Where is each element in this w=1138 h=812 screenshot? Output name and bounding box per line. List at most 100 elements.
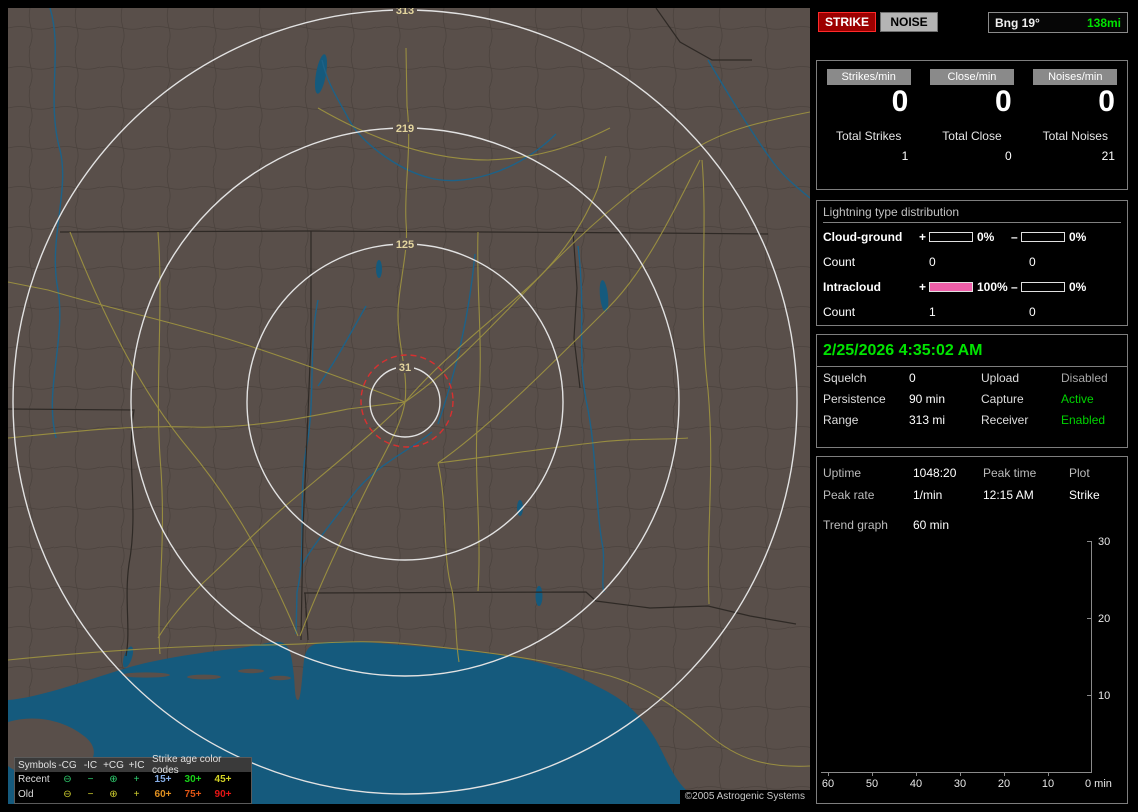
ic-minus-count: 0: [1029, 305, 1036, 319]
ring-label-125: 125: [396, 239, 414, 251]
age-45-label: 45+: [214, 774, 232, 785]
ring-label-313: 313: [396, 8, 414, 17]
strikes-per-min-button[interactable]: Strikes/min: [826, 69, 911, 85]
legend-col-pos-cg: +CG: [103, 759, 124, 771]
x-tick: [916, 773, 917, 776]
legend-col-neg-cg: -CG: [58, 759, 77, 771]
legend-recent-label: Recent: [18, 774, 50, 785]
status-panel: Uptime 1048:20 Peak time Plot Peak rate …: [816, 456, 1128, 804]
ic-count-label: Count: [823, 305, 856, 319]
cg-plus-count: 0: [929, 255, 936, 269]
pos-cg-old-icon: ⊕: [109, 789, 118, 800]
neg-ic-old-icon: −: [87, 789, 94, 800]
total-strikes-value: 1: [901, 149, 909, 163]
squelch-value: 0: [909, 371, 916, 385]
range-distance-value: 138mi: [1086, 15, 1121, 30]
uptime-row: Uptime 1048:20 Peak time Plot: [817, 463, 1127, 483]
squelch-row: Squelch 0 Upload Disabled: [817, 368, 1127, 388]
x-tick-label-20: 20: [997, 778, 1011, 790]
y-tick-label-20: 20: [1098, 613, 1111, 625]
legend-recent-row: Recent ⊖ − ⊕ + 15+ 30+ 45+: [15, 772, 251, 787]
age-60-label: 60+: [154, 789, 172, 800]
peak-rate-row: Peak rate 1/min 12:15 AM Strike: [817, 485, 1127, 505]
plus-sign: +: [919, 230, 927, 244]
squelch-label: Squelch: [823, 371, 867, 385]
receiver-status: Enabled: [1061, 413, 1106, 427]
legend-old-row: Old ⊖ − ⊕ + 60+ 75+ 90+: [15, 787, 251, 802]
upload-status: Disabled: [1061, 371, 1108, 385]
clock-settings-panel: 2/25/2026 4:35:02 AM Squelch 0 Upload Di…: [816, 334, 1128, 448]
cg-minus-count: 0: [1029, 255, 1036, 269]
legend-age-header: Strike age color codes: [152, 754, 222, 776]
y-tick-label-10: 10: [1098, 690, 1111, 702]
x-tick: [1048, 773, 1049, 776]
trend-graph-row: Trend graph 60 min: [817, 515, 1127, 535]
map-panel: 313 219 125 31 Symbols -CG -IC +CG +IC S…: [8, 8, 810, 804]
persistence-row: Persistence 90 min Capture Active: [817, 389, 1127, 409]
upload-label: Upload: [981, 371, 1020, 385]
cloud-ground-count-row: Count 0 0: [817, 251, 1127, 273]
plus-sign: +: [919, 280, 927, 294]
x-axis: [821, 772, 1092, 773]
x-tick-label-50: 50: [865, 778, 879, 790]
close-per-min-value: 0: [994, 85, 1012, 118]
y-axis: [1091, 541, 1092, 773]
sidebar: STRIKE NOISE Bng 19° 138mi Strikes/min 0…: [816, 8, 1130, 804]
cg-minus-percent: 0%: [1069, 230, 1087, 244]
total-strikes-label: Total Strikes: [835, 129, 902, 143]
cg-plus-bar: [929, 232, 973, 242]
x-tick-label-30: 30: [953, 778, 967, 790]
receiver-label: Receiver: [981, 413, 1029, 427]
sidebar-top-bar: STRIKE NOISE Bng 19° 138mi: [816, 12, 1128, 34]
uptime-value: 1048:20: [913, 466, 957, 480]
cloud-ground-row: Cloud-ground + 0% – 0%: [817, 226, 1127, 248]
age-75-label: 75+: [184, 789, 202, 800]
ic-plus-bar-fill: [930, 283, 972, 291]
rates-panel: Strikes/min 0 Total Strikes 1 Close/min …: [816, 60, 1128, 190]
plot-value: Strike: [1069, 488, 1100, 502]
close-per-min-button[interactable]: Close/min: [929, 69, 1014, 85]
age-90-label: 90+: [214, 789, 232, 800]
strikes-column: Strikes/min 0 Total Strikes 1: [817, 61, 920, 189]
capture-label: Capture: [981, 392, 1024, 406]
total-close-value: 0: [1004, 149, 1012, 163]
ic-plus-bar: [929, 282, 973, 292]
noises-per-min-button[interactable]: Noises/min: [1033, 69, 1118, 85]
capture-status: Active: [1061, 392, 1094, 406]
minus-sign: –: [1011, 280, 1018, 294]
date-time-display: 2/25/2026 4:35:02 AM: [823, 342, 983, 359]
legend-col-pos-ic: +IC: [128, 759, 145, 771]
y-tick-label-30: 30: [1098, 536, 1111, 548]
y-tick: [1087, 695, 1091, 696]
pos-cg-recent-icon: ⊕: [109, 774, 118, 785]
intracloud-row: Intracloud + 100% – 0%: [817, 276, 1127, 298]
noises-per-min-value: 0: [1098, 85, 1115, 118]
age-30-label: 30+: [184, 774, 202, 785]
trend-chart: 30 20 10 60 50 40 30 20 10 0 min: [817, 535, 1127, 803]
uptime-label: Uptime: [823, 466, 862, 480]
total-noises-label: Total Noises: [1042, 129, 1108, 143]
strikes-per-min-value: 0: [891, 85, 909, 118]
peak-time-label: Peak time: [983, 466, 1037, 480]
ic-minus-percent: 0%: [1069, 280, 1087, 294]
strike-button[interactable]: STRIKE: [818, 12, 876, 32]
x-tick-label-10: 10: [1041, 778, 1055, 790]
total-noises-value: 21: [1101, 149, 1115, 163]
noise-button[interactable]: NOISE: [880, 12, 938, 32]
app-window: 313 219 125 31 Symbols -CG -IC +CG +IC S…: [0, 0, 1138, 812]
trend-graph-value: 60 min: [913, 518, 950, 532]
x-tick-label-40: 40: [909, 778, 923, 790]
range-row: Range 313 mi Receiver Enabled: [817, 410, 1127, 430]
minus-sign: –: [1011, 230, 1018, 244]
neg-cg-recent-icon: ⊖: [63, 774, 72, 785]
x-tick: [828, 773, 829, 776]
ring-label-31: 31: [399, 362, 411, 374]
peak-rate-label: Peak rate: [823, 488, 875, 502]
map-legend: Symbols -CG -IC +CG +IC Strike age color…: [14, 754, 252, 804]
legend-symbols-header: Symbols: [18, 759, 57, 771]
legend-old-label: Old: [18, 789, 34, 800]
y-tick: [1087, 541, 1091, 542]
distribution-title: Lightning type distribution: [823, 205, 1121, 223]
divider: [817, 366, 1127, 367]
trend-graph-label: Trend graph: [823, 518, 888, 532]
